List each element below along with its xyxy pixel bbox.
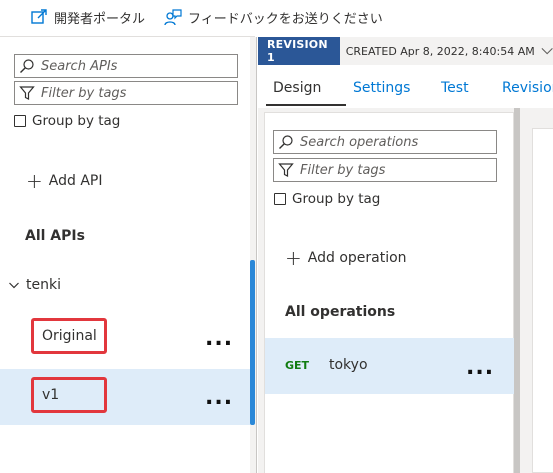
apis-panel: Search APIs Filter by tags Group by tag … xyxy=(0,37,256,473)
more-options-icon[interactable]: ... xyxy=(205,328,233,350)
filter-apis-input[interactable]: Filter by tags xyxy=(14,81,238,105)
tab-settings[interactable]: Settings xyxy=(353,70,410,106)
command-bar: 開発者ポータル フィードバックをお送りください xyxy=(0,0,553,34)
plus-icon: + xyxy=(285,246,302,270)
more-options-icon[interactable]: ... xyxy=(466,357,494,379)
api-version-original[interactable]: Original ... xyxy=(0,311,250,367)
filter-operations-placeholder: Filter by tags xyxy=(300,162,386,178)
api-group-label: tenki xyxy=(26,277,61,293)
operation-item[interactable]: GET tokyo ... xyxy=(265,338,514,394)
tab-test[interactable]: Test xyxy=(441,70,469,106)
search-apis-input[interactable]: Search APIs xyxy=(14,54,238,78)
chevron-down-icon[interactable] xyxy=(541,46,553,56)
all-operations-heading[interactable]: All operations xyxy=(285,304,395,320)
search-operations-input[interactable]: Search operations xyxy=(273,130,497,154)
chevron-down-icon xyxy=(9,282,19,289)
highlight-box-v1: v1 xyxy=(31,377,107,413)
operation-name: tokyo xyxy=(329,357,368,373)
more-options-icon[interactable]: ... xyxy=(205,387,233,409)
all-apis-heading[interactable]: All APIs xyxy=(25,228,85,244)
group-by-tag-apis[interactable]: Group by tag xyxy=(14,113,120,129)
group-by-tag-label: Group by tag xyxy=(292,191,381,207)
filter-operations-input[interactable]: Filter by tags xyxy=(273,158,497,182)
add-operation-button[interactable]: + Add operation xyxy=(285,246,407,270)
filter-icon xyxy=(19,86,35,100)
api-version-label: v1 xyxy=(42,387,60,403)
filter-apis-placeholder: Filter by tags xyxy=(41,85,127,101)
search-apis-placeholder: Search APIs xyxy=(41,58,118,74)
group-by-tag-operations[interactable]: Group by tag xyxy=(274,191,380,207)
api-version-label: Original xyxy=(42,328,97,344)
group-by-tag-label: Group by tag xyxy=(32,113,121,129)
scrollbar-thumb[interactable] xyxy=(250,260,255,425)
developer-portal-label: 開発者ポータル xyxy=(54,11,146,27)
api-version-v1[interactable]: v1 ... xyxy=(0,369,250,425)
tab-revisions[interactable]: Revision xyxy=(502,70,553,106)
feedback-button[interactable]: フィードバックをお送りください xyxy=(160,0,387,34)
active-tab-indicator xyxy=(266,104,346,106)
group-by-tag-checkbox[interactable] xyxy=(14,115,26,127)
group-by-tag-checkbox[interactable] xyxy=(274,193,286,205)
api-group-tenki[interactable]: tenki xyxy=(8,277,61,293)
panel-divider[interactable] xyxy=(256,37,257,473)
plus-icon: + xyxy=(26,169,43,193)
revision-badge: REVISION 1 xyxy=(258,37,340,65)
feedback-person-icon xyxy=(164,9,182,26)
tab-design[interactable]: Design xyxy=(273,70,321,106)
http-method-badge: GET xyxy=(285,359,310,372)
add-api-label: Add API xyxy=(48,173,103,189)
revision-bar: REVISION 1 CREATED Apr 8, 2022, 8:40:54 … xyxy=(258,37,553,65)
tab-bar: Design Settings Test Revision xyxy=(258,70,553,108)
external-link-icon xyxy=(31,9,47,24)
search-operations-placeholder: Search operations xyxy=(300,134,419,150)
add-api-button[interactable]: + Add API xyxy=(26,169,103,193)
add-operation-label: Add operation xyxy=(307,250,407,266)
operations-panel: Search operations Filter by tags Group b… xyxy=(264,112,514,473)
editor-card xyxy=(532,128,553,473)
developer-portal-button[interactable]: 開発者ポータル xyxy=(26,0,149,34)
highlight-box-original: Original xyxy=(31,318,107,354)
feedback-label: フィードバックをお送りください xyxy=(188,11,383,27)
filter-icon xyxy=(278,163,294,177)
search-icon xyxy=(279,135,293,149)
revision-created: CREATED Apr 8, 2022, 8:40:54 AM xyxy=(345,44,535,58)
search-icon xyxy=(20,59,34,73)
